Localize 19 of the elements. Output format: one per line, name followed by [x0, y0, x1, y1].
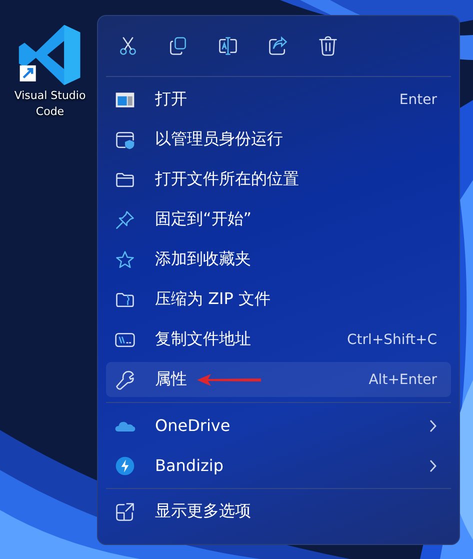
menu-item[interactable]: 复制文件地址 Ctrl+Shift+C — [106, 322, 451, 357]
wrench-icon — [114, 368, 136, 390]
menu-item[interactable]: 压缩为 ZIP 文件 — [106, 282, 451, 317]
desktop-icon-label[interactable]: Visual Studio Code — [4, 88, 96, 120]
menu-item[interactable]: 以管理员身份运行 — [106, 122, 451, 157]
menu-item[interactable]: OneDrive — [106, 408, 451, 443]
star-icon — [114, 248, 136, 270]
menu-item[interactable]: 显示更多选项 — [106, 494, 451, 529]
pin-icon — [114, 208, 136, 230]
menu-item[interactable]: 打开 Enter — [106, 82, 451, 117]
menu-item[interactable]: 打开文件所在的位置 — [106, 162, 451, 197]
menu-item[interactable]: 固定到“开始” — [106, 202, 451, 237]
menu-item[interactable]: 属性 Alt+Enter — [106, 362, 451, 397]
shortcut-text: Enter — [399, 92, 437, 108]
code-editor-logo-icon[interactable] — [17, 22, 83, 88]
shortcut-text: Ctrl+Shift+C — [347, 332, 437, 348]
shortcut-text: Alt+Enter — [368, 372, 437, 388]
menu-item[interactable]: 添加到收藏夹 — [106, 242, 451, 277]
menu-item[interactable]: Bandizip — [106, 448, 451, 483]
